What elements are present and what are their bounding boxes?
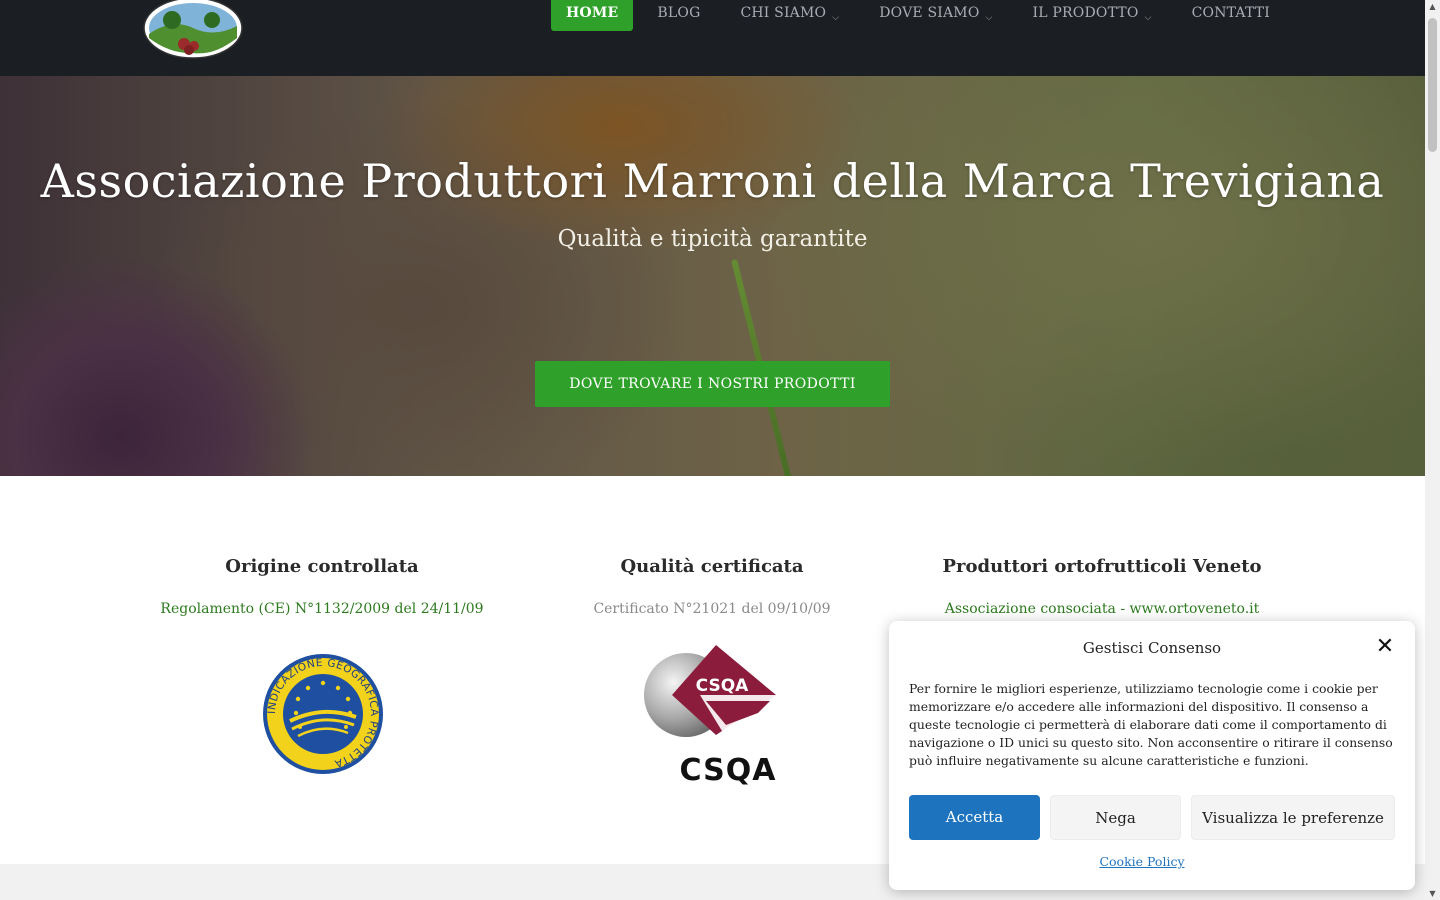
nav-home[interactable]: HOME xyxy=(551,0,634,31)
find-products-button[interactable]: DOVE TROVARE I NOSTRI PRODOTTI xyxy=(535,361,890,407)
site-logo[interactable] xyxy=(142,0,244,60)
chevron-down-icon: ⌵ xyxy=(832,13,840,23)
hero-banner: Associazione Produttori Marroni della Ma… xyxy=(0,76,1425,476)
close-icon[interactable]: ✕ xyxy=(1373,635,1397,659)
csqa-wordmark: CSQA xyxy=(680,753,777,785)
scroll-up-icon[interactable]: ▲ xyxy=(1425,2,1440,11)
nav-dove-siamo[interactable]: DOVE SIAMO ⌵ xyxy=(865,0,1006,31)
igp-seal-logo: INDICAZIONE GEOGRAFICA PROTETTA xyxy=(263,654,383,774)
feature-link[interactable]: Regolamento (CE) N°1132/2009 del 24/11/0… xyxy=(122,601,522,617)
scrollbar-thumb[interactable] xyxy=(1428,18,1437,152)
nav-label: HOME xyxy=(566,5,619,21)
nav-chi-siamo[interactable]: CHI SIAMO ⌵ xyxy=(726,0,853,31)
nav-blog[interactable]: BLOG xyxy=(643,0,714,31)
feature-title: Produttori ortofrutticoli Veneto xyxy=(942,556,1262,577)
cookie-policy-link[interactable]: Cookie Policy xyxy=(889,854,1395,869)
page-scrollbar[interactable]: ▲ ▼ xyxy=(1425,0,1440,900)
nav-label: DOVE SIAMO xyxy=(879,5,980,21)
feature-quality: Qualità certificata Certificato N°21021 … xyxy=(512,556,912,617)
chevron-down-icon: ⌵ xyxy=(985,13,993,23)
feature-subtitle: Certificato N°21021 del 09/10/09 xyxy=(593,601,831,617)
csqa-certification-logo: CSQA CSQA xyxy=(644,645,777,785)
csqa-emblem-text: CSQA xyxy=(696,676,749,696)
cookie-consent-dialog: Gestisci Consenso ✕ Per fornire le migli… xyxy=(889,621,1415,890)
nav-il-prodotto[interactable]: IL PRODOTTO ⌵ xyxy=(1019,0,1166,31)
main-nav: HOME BLOG CHI SIAMO ⌵ DOVE SIAMO ⌵ IL PROD… xyxy=(551,0,1284,31)
feature-producers: Produttori ortofrutticoli Veneto Associa… xyxy=(902,556,1302,617)
nav-label: CHI SIAMO xyxy=(740,5,827,21)
accept-button[interactable]: Accetta xyxy=(909,795,1040,840)
feature-title: Origine controllata xyxy=(225,556,419,577)
scroll-down-icon[interactable]: ▼ xyxy=(1425,889,1440,898)
view-preferences-button[interactable]: Visualizza le preferenze xyxy=(1191,795,1395,840)
consent-title: Gestisci Consenso xyxy=(1082,639,1222,657)
nav-contatti[interactable]: CONTATTI xyxy=(1178,0,1284,31)
feature-title: Qualità certificata xyxy=(620,556,804,577)
hero-subtitle: Qualità e tipicità garantite xyxy=(557,226,868,252)
nav-label: IL PRODOTTO xyxy=(1032,5,1139,21)
feature-link[interactable]: Associazione consociata - www.ortoveneto… xyxy=(902,601,1302,617)
nav-label: BLOG xyxy=(657,5,701,21)
feature-origin: Origine controllata Regolamento (CE) N°1… xyxy=(122,556,522,617)
site-header: HOME BLOG CHI SIAMO ⌵ DOVE SIAMO ⌵ IL PROD… xyxy=(0,0,1425,76)
chevron-down-icon: ⌵ xyxy=(1144,13,1152,23)
hero-title: Associazione Produttori Marroni della Ma… xyxy=(40,154,1385,208)
deny-button[interactable]: Nega xyxy=(1050,795,1181,840)
consent-body: Per fornire le migliori esperienze, util… xyxy=(909,681,1393,768)
nav-label: CONTATTI xyxy=(1191,5,1271,21)
hero-overlay xyxy=(0,76,1425,476)
